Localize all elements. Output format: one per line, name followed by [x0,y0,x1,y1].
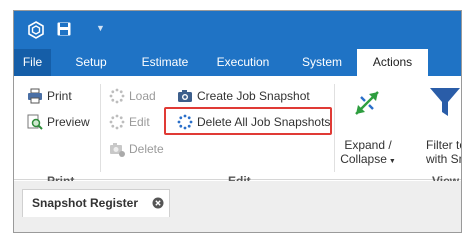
tab-estimate[interactable]: Estimate [136,49,194,76]
app-window: ▼ File Setup Estimate Execution System A… [13,10,462,233]
tab-system[interactable]: System [297,49,347,76]
edit-label: Edit [129,115,150,129]
close-tab-icon[interactable] [152,197,164,209]
dropdown-caret-icon: ▼ [386,158,396,165]
tab-execution[interactable]: Execution [209,49,277,76]
delete-snapshot-icon [110,143,125,157]
expand-collapse-arrows-icon [355,91,379,115]
group-divider [334,84,335,172]
expand-collapse-button[interactable]: Expand / Collapse ▼ [340,80,396,170]
print-label: Print [47,89,72,103]
document-tab-strip: Snapshot Register [14,181,461,232]
printer-icon [28,88,42,104]
preview-label: Preview [47,115,90,129]
load-label: Load [129,89,156,103]
filter-label-line1: Filter to [426,138,461,152]
snapshot-register-label: Snapshot Register [32,196,139,210]
title-bar: ▼ [14,11,461,49]
app-logo-icon [28,21,44,39]
tab-file[interactable]: File [14,49,51,76]
collapse-label: Collapse ▼ [340,152,396,166]
filter-label-line2: with Sna [426,152,461,166]
save-icon[interactable] [57,22,71,36]
tab-actions[interactable]: Actions [357,49,428,76]
spinner-icon [109,88,125,104]
quick-access-dropdown-icon[interactable]: ▼ [96,23,105,33]
delete-all-highlight-box [164,107,332,135]
expand-label: Expand / [344,138,392,152]
filter-funnel-icon [430,88,460,116]
ribbon-tab-bar: File Setup Estimate Execution System Act… [14,49,461,76]
delete-label: Delete [129,142,164,156]
camera-icon [178,90,192,102]
group-divider [100,84,101,172]
filter-with-snapshots-button[interactable]: Filter to with Sna [402,80,461,170]
tab-setup[interactable]: Setup [69,49,113,76]
create-job-snapshot-label: Create Job Snapshot [197,89,310,103]
spinner-icon [109,114,125,130]
print-preview-icon [27,114,43,130]
snapshot-register-tab[interactable]: Snapshot Register [22,189,170,217]
